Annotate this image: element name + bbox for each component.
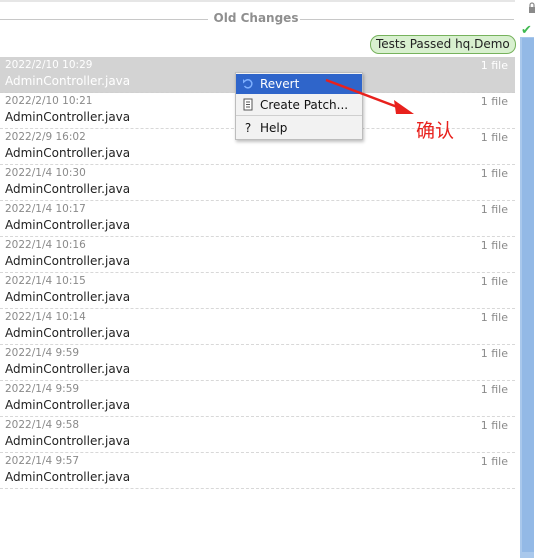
change-file: AdminController.java (5, 434, 131, 448)
change-file: AdminController.java (5, 326, 131, 340)
annotation-text: 确认 (416, 120, 455, 142)
change-count: 1 file (480, 419, 508, 432)
change-row[interactable]: 2022/1/4 10:16 AdminController.java 1 fi… (0, 237, 515, 273)
help-icon: ? (244, 121, 252, 135)
change-date: 2022/2/10 10:21 (5, 95, 93, 107)
change-file: AdminController.java (5, 290, 131, 304)
change-date: 2022/2/10 10:29 (5, 59, 93, 71)
change-count: 1 file (480, 275, 508, 288)
change-count: 1 file (480, 95, 508, 108)
menu-item-label: Create Patch... (260, 98, 349, 112)
section-header: Old Changes (0, 8, 515, 30)
change-file: AdminController.java (5, 362, 131, 376)
change-date: 2022/1/4 9:58 (5, 419, 80, 431)
change-file: AdminController.java (5, 146, 131, 160)
menu-item-help[interactable]: ? Help (236, 118, 362, 138)
check-icon: ✔ (521, 23, 532, 38)
change-file: AdminController.java (5, 218, 131, 232)
change-file: AdminController.java (5, 254, 131, 268)
section-title: Old Changes (213, 11, 299, 25)
change-file: AdminController.java (5, 110, 131, 124)
change-date: 2022/1/4 9:57 (5, 455, 80, 467)
change-date: 2022/1/4 10:15 (5, 275, 86, 287)
change-count: 1 file (480, 59, 508, 72)
change-count: 1 file (480, 239, 508, 252)
change-date: 2022/1/4 9:59 (5, 383, 80, 395)
tests-passed-badge[interactable]: Tests Passed hq.Demo (370, 35, 516, 54)
menu-item-label: Revert (260, 77, 300, 91)
change-date: 2022/1/4 10:17 (5, 203, 86, 215)
change-count: 1 file (480, 383, 508, 396)
menu-item-label: Help (260, 121, 288, 135)
change-row[interactable]: 2022/1/4 10:30 AdminController.java 1 fi… (0, 165, 515, 201)
change-date: 2022/2/9 16:02 (5, 131, 86, 143)
change-date: 2022/1/4 9:59 (5, 347, 80, 359)
change-date: 2022/1/4 10:30 (5, 167, 86, 179)
revert-icon (241, 74, 255, 96)
change-row[interactable]: 2022/1/4 10:17 AdminController.java 1 fi… (0, 201, 515, 237)
change-count: 1 file (480, 131, 508, 144)
change-row[interactable]: 2022/1/4 9:57 AdminController.java 1 fil… (0, 453, 515, 489)
change-row[interactable]: 2022/1/4 10:15 AdminController.java 1 fi… (0, 273, 515, 309)
change-row[interactable]: 2022/1/4 9:58 AdminController.java 1 fil… (0, 417, 515, 453)
change-count: 1 file (480, 167, 508, 180)
top-border (0, 0, 515, 2)
change-count: 1 file (480, 203, 508, 216)
change-file: AdminController.java (5, 470, 131, 484)
menu-item-create-patch[interactable]: Create Patch... (236, 95, 362, 116)
change-count: 1 file (480, 347, 508, 360)
change-row[interactable]: 2022/1/4 9:59 AdminController.java 1 fil… (0, 381, 515, 417)
lock-icon (529, 2, 535, 13)
change-count: 1 file (480, 455, 508, 468)
change-file: AdminController.java (5, 74, 131, 88)
scrollbar-thumb[interactable] (522, 38, 534, 552)
header-divider-right (300, 19, 514, 20)
change-date: 2022/1/4 10:16 (5, 239, 86, 251)
change-date: 2022/1/4 10:14 (5, 311, 86, 323)
header-divider-left (0, 19, 208, 20)
context-menu: Revert Create Patch... ? Help (235, 72, 363, 140)
patch-icon (241, 95, 255, 117)
menu-item-revert[interactable]: Revert (236, 74, 362, 94)
change-row[interactable]: 2022/1/4 10:14 AdminController.java 1 fi… (0, 309, 515, 345)
change-file: AdminController.java (5, 182, 131, 196)
change-count: 1 file (480, 311, 508, 324)
change-file: AdminController.java (5, 398, 131, 412)
change-row[interactable]: 2022/1/4 9:59 AdminController.java 1 fil… (0, 345, 515, 381)
